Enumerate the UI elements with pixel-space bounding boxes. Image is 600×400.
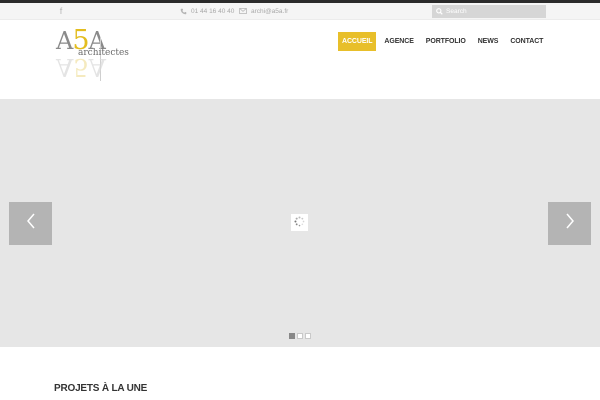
spinner-icon	[294, 214, 305, 232]
phone-icon	[178, 6, 188, 16]
main-nav: ACCUEIL AGENCE PORTFOLIO NEWS CONTACT	[338, 32, 547, 51]
phone-number: 01 44 16 40 40	[191, 7, 235, 15]
slider-pagination	[289, 333, 311, 339]
email-address: archi@a5a.fr	[251, 7, 289, 15]
slider-dot[interactable]	[289, 333, 295, 339]
nav-item-agence[interactable]: AGENCE	[380, 32, 417, 51]
nav-item-contact[interactable]: CONTACT	[506, 32, 547, 51]
slider-next-button[interactable]	[548, 202, 591, 245]
envelope-icon	[238, 6, 248, 16]
featured-projects-title: PROJETS À LA UNE	[54, 383, 148, 394]
hero-slider	[0, 99, 600, 347]
logo[interactable]: A5A architectes A5A	[56, 27, 134, 83]
phone-contact[interactable]: 01 44 16 40 40	[178, 5, 234, 17]
nav-item-portfolio[interactable]: PORTFOLIO	[422, 32, 470, 51]
chevron-right-icon	[565, 213, 575, 234]
loading-spinner	[291, 214, 308, 231]
email-contact[interactable]: archi@a5a.fr	[238, 5, 288, 17]
search-box[interactable]	[432, 5, 546, 18]
slider-prev-button[interactable]	[9, 202, 52, 245]
site-header: A5A architectes A5A ACCUEIL AGENCE PORTF…	[0, 21, 600, 99]
slider-dot[interactable]	[305, 333, 311, 339]
nav-item-accueil[interactable]: ACCUEIL	[338, 32, 377, 51]
top-bar: f 01 44 16 40 40 archi@a5a.fr	[0, 3, 600, 20]
chevron-left-icon	[26, 213, 36, 234]
slider-dot[interactable]	[297, 333, 303, 339]
nav-item-news[interactable]: NEWS	[474, 32, 503, 51]
logo-reflection: A5A	[56, 53, 106, 81]
logo-mark-left: A	[56, 27, 73, 55]
facebook-icon[interactable]: f	[57, 5, 65, 17]
search-input[interactable]	[446, 5, 542, 18]
search-icon[interactable]	[432, 5, 446, 18]
